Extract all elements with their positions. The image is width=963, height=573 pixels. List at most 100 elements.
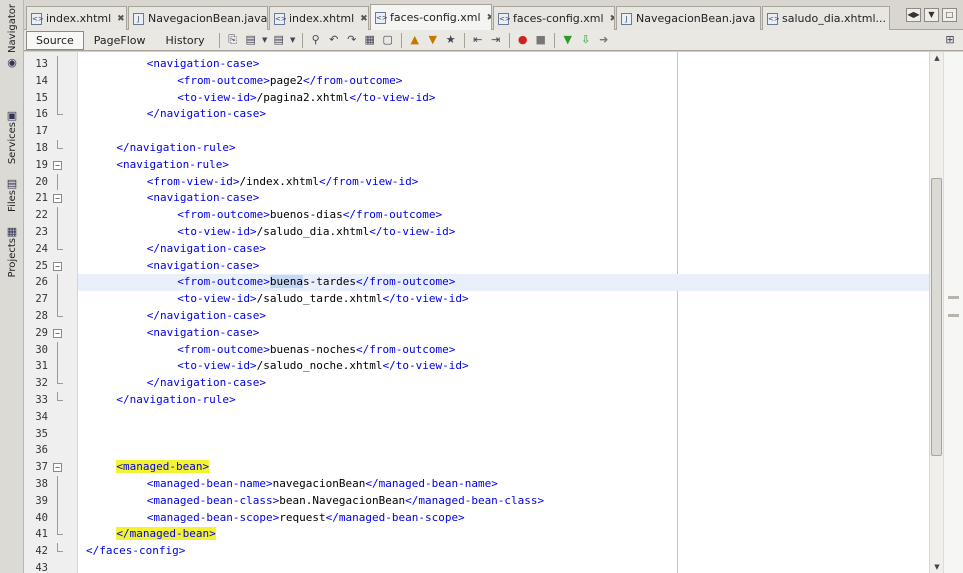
code-line[interactable]: 16 </navigation-case>	[35, 106, 929, 123]
code-line[interactable]: 43	[35, 560, 929, 573]
find-icon[interactable]: ⚲	[308, 32, 324, 48]
xml-file-icon: <>	[375, 11, 388, 24]
code-line[interactable]: 31 <to-view-id>/saludo_noche.xhtml</to-vi…	[35, 358, 929, 376]
code-area[interactable]: 13 <navigation-case> 14 <from-outcome>page2…	[35, 56, 929, 573]
code-text: </navigation-case>	[147, 308, 266, 325]
scroll-tabs-left-icon[interactable]: ◀▶	[906, 8, 921, 22]
scrollbar-thumb[interactable]	[931, 178, 942, 456]
code-line[interactable]: 41 </managed-bean>	[35, 526, 929, 543]
code-line[interactable]: 20 <from-view-id>/index.xhtml</from-view-…	[35, 173, 929, 191]
vertical-scrollbar[interactable]: ▲ ▼	[929, 52, 943, 573]
code-line[interactable]: 21− <navigation-case>	[35, 190, 929, 207]
code-line[interactable]: 23 <to-view-id>/saludo_dia.xhtml</to-view…	[35, 223, 929, 241]
code-text: <navigation-case>	[147, 190, 260, 207]
projects-panel-button[interactable]: ▦ Projects	[2, 222, 22, 277]
fold-toggle-icon[interactable]: −	[53, 328, 62, 338]
forward-icon[interactable]: ▤	[271, 32, 287, 48]
xml-text: /saludo_noche.xhtml	[256, 359, 383, 373]
fold-toggle-icon[interactable]: −	[53, 463, 62, 473]
line-number: 21	[35, 192, 48, 205]
find-selection-icon[interactable]: ▦	[362, 32, 378, 48]
code-line[interactable]: 24 </navigation-case>	[35, 240, 929, 258]
close-icon[interactable]: ✖	[117, 14, 125, 24]
find-previous-icon[interactable]: ↶	[326, 32, 342, 48]
fold-toggle-icon[interactable]: −	[53, 160, 62, 170]
validate-xml-icon[interactable]: ⇩	[578, 32, 594, 48]
tab-controls: ◀▶ ▼ □	[906, 8, 957, 22]
error-stripe[interactable]	[943, 52, 963, 573]
code-line[interactable]: 15 <to-view-id>/pagina2.xhtml</to-view-id…	[35, 89, 929, 107]
xml-text: /index.xhtml	[239, 174, 319, 188]
code-line[interactable]: 33 </navigation-rule>	[35, 391, 929, 409]
last-edit-icon[interactable]: ⎘	[225, 32, 241, 48]
code-line[interactable]: 40 <managed-bean-scope>request</managed-b…	[35, 509, 929, 527]
line-number: 38	[35, 477, 48, 490]
code-line[interactable]: 25− <navigation-case>	[35, 258, 929, 275]
code-text: </navigation-case>	[147, 241, 266, 258]
fold-end-guide	[57, 307, 63, 317]
services-panel-button[interactable]: ▣ Services	[2, 106, 22, 164]
code-line[interactable]: 14 <from-outcome>page2</from-outcome>	[35, 72, 929, 90]
fold-toggle-icon[interactable]: −	[53, 194, 62, 204]
tab-faces-config-xml-active[interactable]: <> faces-config.xml ✖	[370, 4, 492, 30]
back-icon[interactable]: ▤	[243, 32, 259, 48]
code-line[interactable]: 13 <navigation-case>	[35, 56, 929, 73]
tab-navegacionbean-java-1[interactable]: J NavegacionBean.java ✖	[128, 6, 268, 30]
xsl-transform-icon[interactable]: ➜	[596, 32, 612, 48]
code-line[interactable]: 36	[35, 442, 929, 459]
tab-index-xhtml-1[interactable]: <> index.xhtml ✖	[26, 6, 127, 30]
xml-tag: </navigation-rule>	[116, 140, 236, 154]
navigator-panel-button[interactable]: Navigator ◉	[2, 4, 22, 69]
find-next-icon[interactable]: ↷	[344, 32, 360, 48]
scroll-down-icon[interactable]: ▼	[930, 561, 944, 573]
scroll-up-icon[interactable]: ▲	[930, 52, 944, 64]
files-panel-button[interactable]: ▤ Files	[2, 174, 22, 212]
xml-tag: </navigation-case>	[146, 308, 267, 322]
code-line[interactable]: 18 </navigation-rule>	[35, 139, 929, 157]
code-line[interactable]: 32 </navigation-case>	[35, 375, 929, 392]
code-line[interactable]: 19− <navigation-rule>	[35, 157, 929, 174]
stop-macro-icon[interactable]: ■	[533, 32, 549, 48]
close-icon[interactable]: ✖	[487, 13, 491, 23]
split-editor-icon[interactable]: ⊞	[942, 32, 958, 48]
maximize-icon[interactable]: □	[942, 8, 957, 22]
toggle-bookmark-icon[interactable]: ★	[443, 32, 459, 48]
tab-faces-config-xml-2[interactable]: <> faces-config.xml ✖	[493, 6, 615, 30]
code-line[interactable]: 42 </faces-config>	[35, 543, 929, 560]
next-bookmark-icon[interactable]: ▼	[425, 32, 441, 48]
code-line[interactable]: 17	[35, 123, 929, 140]
tab-navegacionbean-java-2[interactable]: J NavegacionBean.java ✖	[616, 6, 761, 30]
code-line[interactable]: 28 </navigation-case>	[35, 307, 929, 325]
close-icon[interactable]: ✖	[610, 14, 614, 24]
history-view-button[interactable]: History	[156, 31, 215, 50]
tab-saludo-dia-xhtml[interactable]: <> saludo_dia.xhtml...	[762, 6, 890, 30]
source-view-button[interactable]: Source	[26, 30, 84, 50]
start-macro-icon[interactable]: ●	[515, 32, 531, 48]
fold-end-guide	[57, 375, 63, 385]
dropdown-arrow-icon[interactable]: ▼	[289, 32, 297, 48]
chevron-down-icon[interactable]: ▼	[924, 8, 939, 22]
tab-index-xhtml-2[interactable]: <> index.xhtml ✖	[269, 6, 369, 30]
shift-right-icon[interactable]: ⇥	[488, 32, 504, 48]
code-line[interactable]: 29− <navigation-case>	[35, 325, 929, 342]
toggle-highlight-icon[interactable]: ▢	[380, 32, 396, 48]
code-line[interactable]: 38 <managed-bean-name>navegacionBean</man…	[35, 475, 929, 493]
shift-left-icon[interactable]: ⇤	[470, 32, 486, 48]
code-line[interactable]: 35	[35, 426, 929, 443]
xml-tag: <to-view-id>	[177, 359, 257, 373]
dropdown-arrow-icon[interactable]: ▼	[261, 32, 269, 48]
line-number: 43	[35, 561, 48, 573]
code-line[interactable]: 22 <from-outcome>buenos-dias</from-outcom…	[35, 207, 929, 224]
close-icon[interactable]: ✖	[360, 14, 368, 24]
code-line[interactable]: 37− <managed-bean>	[35, 459, 929, 476]
check-xml-icon[interactable]: ▼	[560, 32, 576, 48]
pageflow-view-button[interactable]: PageFlow	[84, 31, 156, 50]
previous-bookmark-icon[interactable]: ▲	[407, 32, 423, 48]
code-line[interactable]: 34	[35, 409, 929, 426]
code-line[interactable]: 26 <from-outcome>buenas-tardes</from-outc…	[35, 274, 929, 292]
code-editor[interactable]: 13 <navigation-case> 14 <from-outcome>page2…	[24, 52, 963, 573]
fold-toggle-icon[interactable]: −	[53, 261, 62, 271]
code-line[interactable]: 27 <to-view-id>/saludo_tarde.xhtml</to-vi…	[35, 291, 929, 308]
code-line[interactable]: 30 <from-outcome>buenas-noches</from-outc…	[35, 341, 929, 359]
code-line[interactable]: 39 <managed-bean-class>bean.NavegacionBea…	[35, 492, 929, 510]
